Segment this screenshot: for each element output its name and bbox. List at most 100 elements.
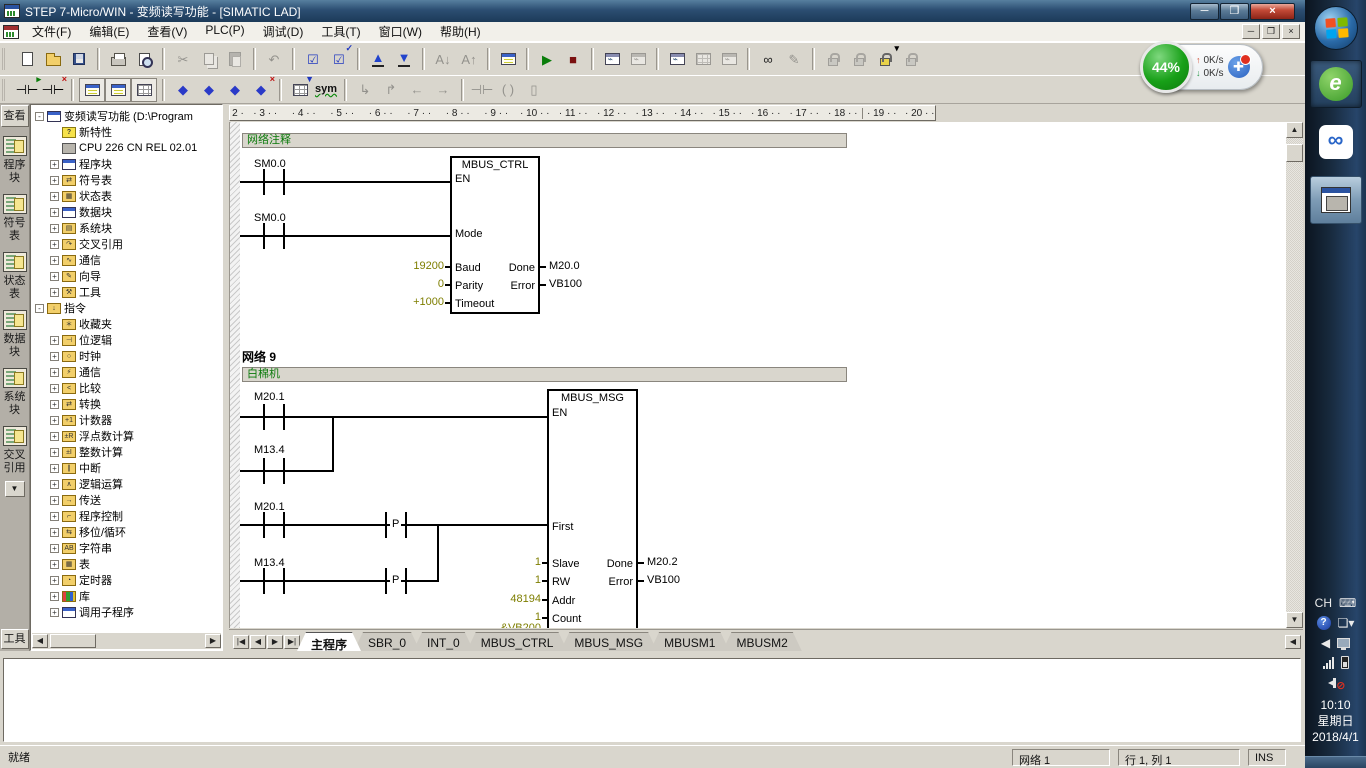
tree-item[interactable]: +程序块 [31, 156, 222, 172]
network9-comment[interactable]: 白棉机 [242, 367, 847, 382]
tree-item[interactable]: +⇆移位/循环 [31, 524, 222, 540]
bookmark-clear-button[interactable]: ×◆ [248, 78, 274, 102]
tree-item[interactable]: +↷交叉引用 [31, 236, 222, 252]
mdi-minimize-button[interactable]: ─ [1242, 24, 1260, 39]
cpu-usage-ball[interactable]: 44% [1140, 41, 1192, 93]
sidebar-item-program-block[interactable]: 程序块 [0, 136, 30, 185]
bookmark-previous-button[interactable]: ◆ [222, 78, 248, 102]
accelerate-button[interactable]: ✚ [1228, 56, 1250, 78]
toggle-symbol-info-table-button[interactable] [131, 78, 157, 102]
tree-item[interactable]: -变频读写功能 (D:\Program [31, 108, 222, 124]
tab-scroll-button[interactable]: ◀ [1285, 635, 1301, 649]
menu-help[interactable]: 帮助(H) [431, 21, 490, 42]
tab-nav-button-0[interactable]: |◀ [233, 635, 249, 649]
safely-remove-icon[interactable] [1337, 638, 1350, 648]
tree-item[interactable]: +▦表 [31, 556, 222, 572]
tree-expand-box[interactable]: + [50, 208, 59, 217]
mbus-msg-block[interactable]: MBUS_MSG EN First Slave RW Addr Count Da… [547, 389, 638, 628]
restore-button[interactable]: ❐ [1220, 3, 1249, 20]
contact[interactable] [263, 404, 265, 430]
contact[interactable] [263, 223, 265, 249]
run-button[interactable]: ▶ [534, 47, 560, 71]
contact[interactable] [283, 169, 285, 195]
edge-contact[interactable] [405, 568, 407, 594]
mdi-close-button[interactable]: × [1282, 24, 1300, 39]
unlock-button[interactable]: ▾ [872, 47, 898, 71]
tray-clock[interactable]: 10:10 星期日 2018/4/1 [1312, 697, 1359, 745]
sidebar-item-data-block[interactable]: 数据块 [0, 310, 30, 359]
scroll-right-button[interactable]: ▶ [205, 634, 221, 648]
contact[interactable] [283, 404, 285, 430]
tree-expand-box[interactable]: + [50, 544, 59, 553]
tab-MBUS_MSG[interactable]: MBUS_MSG [560, 632, 657, 651]
tree-expand-box[interactable]: + [50, 448, 59, 457]
toggle-network-comments-button[interactable] [105, 78, 131, 102]
tree-item[interactable]: +调用子程序 [31, 604, 222, 620]
tree-item[interactable]: +○时钟 [31, 348, 222, 364]
tree-item[interactable]: ++1计数器 [31, 412, 222, 428]
edge-contact[interactable] [385, 568, 387, 594]
tree-item[interactable]: +⇄转换 [31, 396, 222, 412]
contact[interactable] [263, 568, 265, 594]
tree-item[interactable]: +数据块 [31, 204, 222, 220]
tray-collapse-arrow[interactable]: ◀ [1321, 637, 1330, 649]
tree-item[interactable]: +→传送 [31, 492, 222, 508]
print-preview-button[interactable] [131, 47, 157, 71]
tree-expand-box[interactable]: + [50, 512, 59, 521]
save-button[interactable] [66, 47, 92, 71]
param-value[interactable]: +1000 [374, 296, 444, 308]
tree-item[interactable]: ＊收藏夹 [31, 316, 222, 332]
battery-icon[interactable] [1341, 656, 1349, 669]
tree-item[interactable]: +▦状态表 [31, 188, 222, 204]
tab-主程序[interactable]: 主程序 [297, 632, 361, 651]
tree-item[interactable]: +⌐程序控制 [31, 508, 222, 524]
symbolic-addressing-button[interactable]: sym [313, 78, 339, 102]
tree-expand-box[interactable]: + [50, 288, 59, 297]
taskbar-browser-360[interactable]: e [1310, 60, 1362, 108]
show-desktop-button[interactable] [1305, 756, 1366, 768]
edge-contact[interactable] [405, 512, 407, 538]
tree-expand-box[interactable]: + [50, 480, 59, 489]
tree-expand-box[interactable]: + [50, 272, 59, 281]
mbus-ctrl-block[interactable]: MBUS_CTRL EN Mode Baud Parity Timeout Do… [450, 156, 540, 314]
menu-window[interactable]: 窗口(W) [370, 21, 431, 42]
toggle-pou-comments-button[interactable] [79, 78, 105, 102]
tree-item[interactable]: +⇄符号表 [31, 172, 222, 188]
output-operand[interactable]: VB100 [549, 278, 582, 290]
view-header-button[interactable]: 查看 [1, 105, 29, 127]
tab-SBR_0[interactable]: SBR_0 [354, 632, 420, 651]
param-value[interactable]: 1 [471, 574, 541, 586]
tree-item[interactable]: +∥中断 [31, 460, 222, 476]
new-file-button[interactable] [14, 47, 40, 71]
goto-symbol-table-button[interactable]: ▼ [287, 78, 313, 102]
tab-MBUS_CTRL[interactable]: MBUS_CTRL [467, 632, 568, 651]
tree-expand-box[interactable]: + [50, 496, 59, 505]
sidebar-item-status-chart[interactable]: 状态表 [0, 252, 30, 301]
stop-button[interactable]: ■ [560, 47, 586, 71]
param-value[interactable]: 19200 [374, 260, 444, 272]
compile-button[interactable]: ☑ [300, 47, 326, 71]
tree-item[interactable]: +▤系统块 [31, 220, 222, 236]
tree-item[interactable]: +⚒工具 [31, 284, 222, 300]
scroll-down-button[interactable]: ▼ [1286, 612, 1303, 628]
output-operand[interactable]: M20.0 [549, 260, 580, 272]
nav-scroll-down-button[interactable]: ▼ [5, 481, 25, 497]
tree-expand-box[interactable]: + [50, 416, 59, 425]
program-status-button[interactable] [599, 47, 625, 71]
taskbar-baidu-netdisk[interactable]: ∞ [1310, 118, 1362, 166]
output-operand[interactable]: VB100 [647, 574, 680, 586]
tree-expand-box[interactable]: + [50, 192, 59, 201]
taskbar-step7-microwin[interactable] [1310, 176, 1362, 224]
editor-vertical-scrollbar[interactable]: ▲ ▼ [1286, 122, 1303, 628]
output-window[interactable] [3, 658, 1301, 742]
speed-gadget[interactable]: 44% ↑0K/s ↓0K/s ✚ [1143, 44, 1263, 90]
tab-MBUSM1[interactable]: MBUSM1 [650, 632, 729, 651]
tree-expand-box[interactable]: + [50, 336, 59, 345]
bookmark-toggle-button[interactable]: ◆ [170, 78, 196, 102]
close-button[interactable]: × [1250, 3, 1295, 20]
menu-file[interactable]: 文件(F) [23, 21, 80, 42]
tree-expand-box[interactable]: + [50, 400, 59, 409]
contact[interactable] [283, 512, 285, 538]
tab-INT_0[interactable]: INT_0 [413, 632, 474, 651]
tree-item[interactable]: ?新特性 [31, 124, 222, 140]
